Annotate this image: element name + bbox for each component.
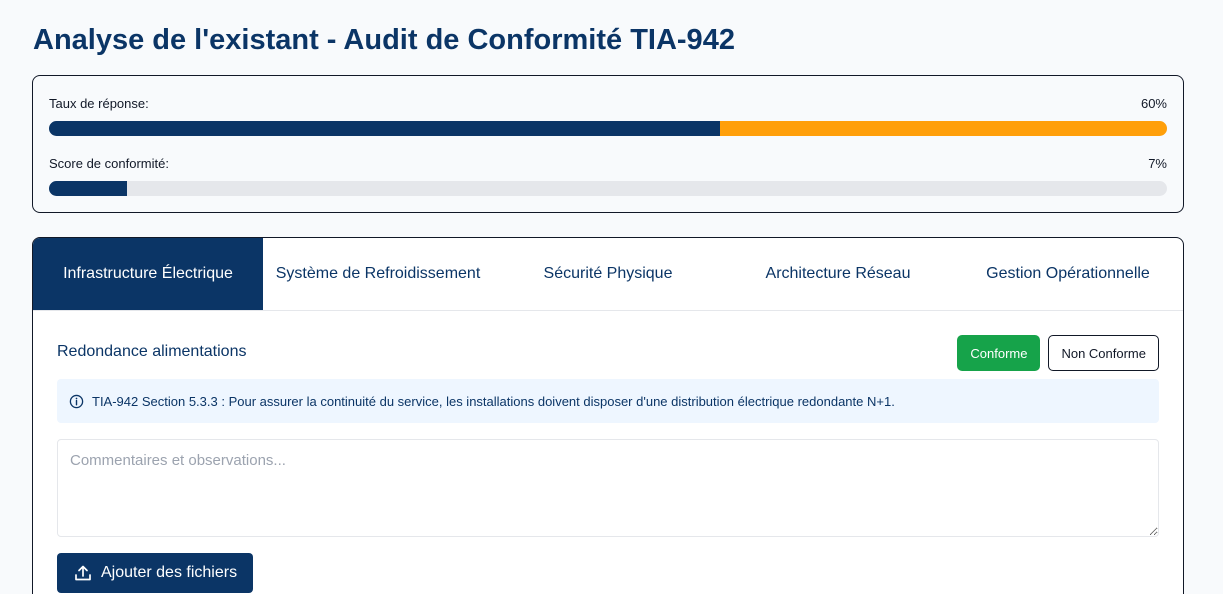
compliance-score-bar [49,181,1167,196]
audit-item-title: Redondance alimentations [57,343,247,360]
audit-item-header: Redondance alimentations Conforme Non Co… [57,335,1159,371]
conformity-buttons: Conforme Non Conforme [957,335,1159,371]
comments-textarea[interactable] [57,439,1159,537]
tab-infrastructure-electrique[interactable]: Infrastructure Électrique [33,238,263,310]
response-rate-value: 60% [1140,96,1167,111]
compliance-score-bar-fill [49,181,128,196]
info-circle-icon [69,394,84,408]
info-text: TIA-942 Section 5.3.3 : Pour assurer la … [92,393,895,409]
page-title: Analyse de l'existant - Audit de Conform… [33,24,735,56]
tab-systeme-refroidissement[interactable]: Système de Refroidissement [263,238,493,310]
stats-card: Taux de réponse: 60% Score de conformité… [32,75,1184,213]
tab-gestion-operationnelle[interactable]: Gestion Opérationnelle [953,238,1183,310]
response-rate-label: Taux de réponse: [49,96,149,111]
conforme-button[interactable]: Conforme [957,335,1041,371]
add-files-button[interactable]: Ajouter des fichiers [57,553,254,593]
response-rate-bar [49,121,1167,136]
response-rate-bar-remaining [719,121,1167,136]
response-rate-bar-fill [49,121,720,136]
audit-card: Infrastructure Électrique Système de Ref… [32,237,1184,594]
add-files-label: Ajouter des fichiers [101,564,238,581]
upload-icon [75,565,91,581]
compliance-score-value: 7% [1148,156,1167,171]
tia-info-box: TIA-942 Section 5.3.3 : Pour assurer la … [57,379,1159,423]
compliance-score-row: Score de conformité: 7% [49,156,1167,196]
response-rate-row: Taux de réponse: 60% [49,96,1167,136]
non-conforme-button[interactable]: Non Conforme [1048,335,1159,371]
tab-architecture-reseau[interactable]: Architecture Réseau [723,238,953,310]
compliance-score-label: Score de conformité: [49,156,169,171]
tab-securite-physique[interactable]: Sécurité Physique [493,238,723,310]
tab-bar: Infrastructure Électrique Système de Ref… [33,238,1183,311]
